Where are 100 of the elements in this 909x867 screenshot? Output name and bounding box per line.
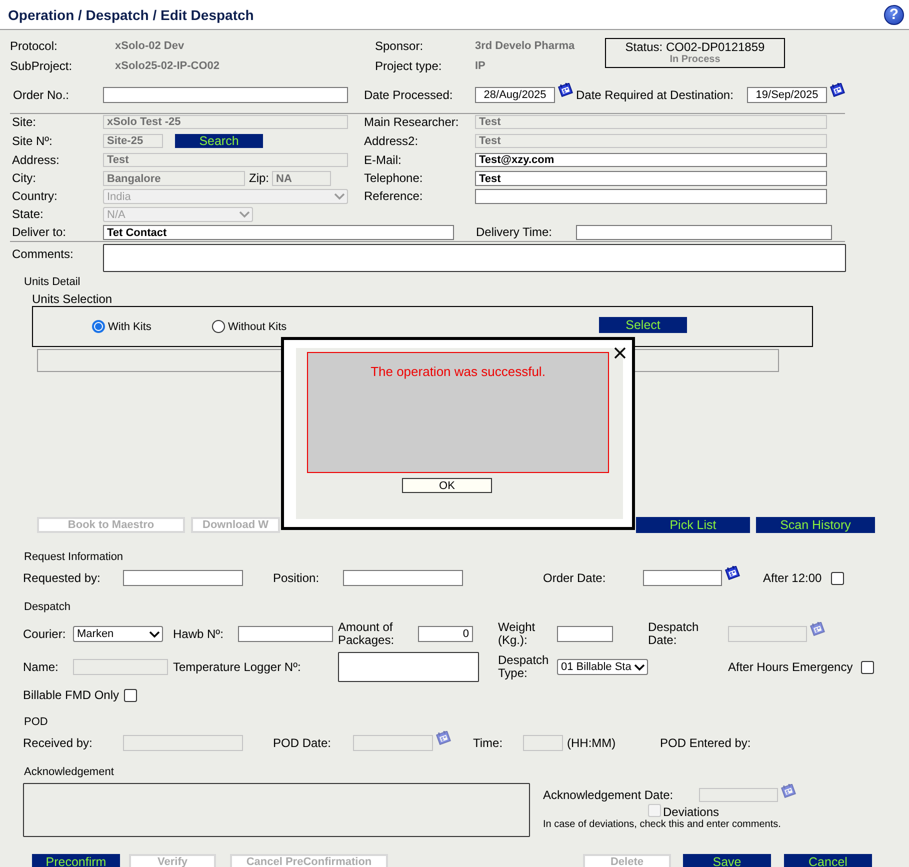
field-label: After Hours Emergency xyxy=(728,660,854,674)
field-label: (HH:MM) xyxy=(567,736,617,750)
dropdown-value: 01 Billable Sta xyxy=(561,661,632,673)
text-area[interactable] xyxy=(338,652,479,682)
field-label: POD Date: xyxy=(273,736,332,750)
text-field[interactable] xyxy=(576,225,832,240)
field-label: Main Researcher: xyxy=(364,116,460,128)
field-label: Despatch Type: xyxy=(498,654,550,680)
field-label: Zip: xyxy=(249,172,270,185)
select-button[interactable]: Select xyxy=(599,316,687,332)
help-button[interactable]: ? xyxy=(884,4,904,24)
text-field[interactable]: Tet Contact xyxy=(103,225,454,240)
dropdown-caret-icon xyxy=(334,193,345,200)
text-area[interactable] xyxy=(103,244,846,272)
text-field[interactable] xyxy=(343,570,463,586)
text-field[interactable]: 0 xyxy=(418,626,473,642)
field-label: SubProject: xyxy=(10,60,74,72)
field-label: Telephone: xyxy=(364,172,424,185)
field-label: State: xyxy=(12,208,44,221)
checkbox[interactable] xyxy=(124,688,137,702)
field-label: Requested by: xyxy=(23,572,102,584)
field-label: Site Nº: xyxy=(12,134,54,148)
field-label: Date Processed: xyxy=(364,88,454,102)
field-label: Order No.: xyxy=(13,88,70,102)
field-label: Temperature Logger Nº: xyxy=(173,660,302,674)
footer-button[interactable]: Save xyxy=(683,854,771,867)
section-heading: Acknowledgement xyxy=(24,766,115,778)
field-label: Reference: xyxy=(364,190,424,203)
page-title: Operation / Despatch / Edit Despatch xyxy=(8,6,254,22)
close-icon[interactable] xyxy=(614,347,626,359)
dropdown-caret-icon xyxy=(634,664,645,670)
section-heading: Units Selection xyxy=(32,293,112,306)
section-heading: POD xyxy=(24,716,49,728)
text-field[interactable] xyxy=(123,570,243,586)
field-label: Acknowledgement Date: xyxy=(543,788,674,802)
field-value: IP xyxy=(475,60,486,72)
text-field[interactable] xyxy=(103,87,348,103)
field-label: Time: xyxy=(473,736,504,750)
hint-text: In case of deviations, check this and enter comments. xyxy=(543,819,782,830)
dropdown-value: Marken xyxy=(77,628,114,640)
field-label: Protocol: xyxy=(10,40,58,52)
field-label: Site: xyxy=(12,116,38,128)
text-field[interactable]: 19/Sep/2025 xyxy=(747,87,827,103)
message-text: The operation was successful. xyxy=(370,364,546,379)
field-label: Address2: xyxy=(364,134,420,148)
text-field[interactable] xyxy=(238,626,333,642)
search-button[interactable]: Search xyxy=(175,134,263,148)
calendar-icon[interactable] xyxy=(725,566,740,580)
field-label: Billable FMD Only xyxy=(23,688,120,702)
field-label: Comments: xyxy=(12,248,74,261)
radio-option[interactable]: Without Kits xyxy=(212,320,322,333)
dropdown[interactable]: 01 Billable Sta xyxy=(557,659,648,675)
dropdown-value: India xyxy=(107,190,131,202)
text-field[interactable] xyxy=(643,570,722,586)
text-field[interactable]: Test@xzy.com xyxy=(475,153,827,167)
field-label: Position: xyxy=(273,572,320,584)
dropdown-value: N/A xyxy=(107,208,126,220)
footer-button[interactable]: Preconfirm xyxy=(32,854,120,867)
text-field[interactable]: Test xyxy=(475,171,827,186)
status-state: In Process xyxy=(670,54,720,66)
field-label: Date Required at Destination: xyxy=(576,88,734,102)
checkbox[interactable] xyxy=(861,660,874,674)
action-button[interactable]: Scan History xyxy=(756,517,875,533)
dropdown-caret-icon xyxy=(239,211,250,218)
field-label: City: xyxy=(12,172,37,185)
footer-button[interactable]: Cancel xyxy=(784,854,872,867)
field-value: xSolo-02 Dev xyxy=(115,40,186,52)
status-code: Status: CO02-DP0121859 xyxy=(625,40,765,54)
ok-button[interactable]: OK xyxy=(402,478,492,493)
field-label: Received by: xyxy=(23,736,94,750)
field-label: After 12:00 xyxy=(763,572,823,584)
text-field[interactable]: 28/Aug/2025 xyxy=(475,87,555,103)
field-label: Name: xyxy=(23,660,60,674)
field-label: Weight (Kg.): xyxy=(498,621,536,647)
field-label: Address: xyxy=(12,154,60,166)
field-label: Delivery Time: xyxy=(476,226,554,239)
field-label: Hawb Nº: xyxy=(173,628,224,640)
calendar-icon[interactable] xyxy=(558,83,573,97)
calendar-icon[interactable] xyxy=(830,83,845,97)
checkbox-label: Deviations xyxy=(663,806,720,819)
field-label: Deliver to: xyxy=(12,226,68,239)
field-label: Sponsor: xyxy=(375,40,424,52)
field-label: Project type: xyxy=(375,60,443,72)
radio-option[interactable]: With Kits xyxy=(92,320,202,333)
field-label: Order Date: xyxy=(543,572,607,584)
action-button[interactable]: Pick List xyxy=(636,517,750,533)
field-label: POD Entered by: xyxy=(660,736,752,750)
field-label: Courier: xyxy=(23,628,67,640)
field-value: 3rd Develo Pharma xyxy=(475,40,576,52)
field-label: Amount of Packages: xyxy=(338,621,396,647)
field-label: Despatch Date: xyxy=(648,621,700,647)
text-field[interactable] xyxy=(557,626,613,642)
section-heading: Units Detail xyxy=(24,276,80,288)
dropdown-caret-icon xyxy=(149,630,160,638)
section-heading: Despatch xyxy=(24,601,72,613)
text-field[interactable] xyxy=(475,189,827,204)
dropdown[interactable]: Marken xyxy=(73,626,163,642)
checkbox[interactable] xyxy=(831,572,844,584)
field-value: xSolo25-02-IP-CO02 xyxy=(115,60,221,72)
field-label: Country: xyxy=(12,190,58,203)
